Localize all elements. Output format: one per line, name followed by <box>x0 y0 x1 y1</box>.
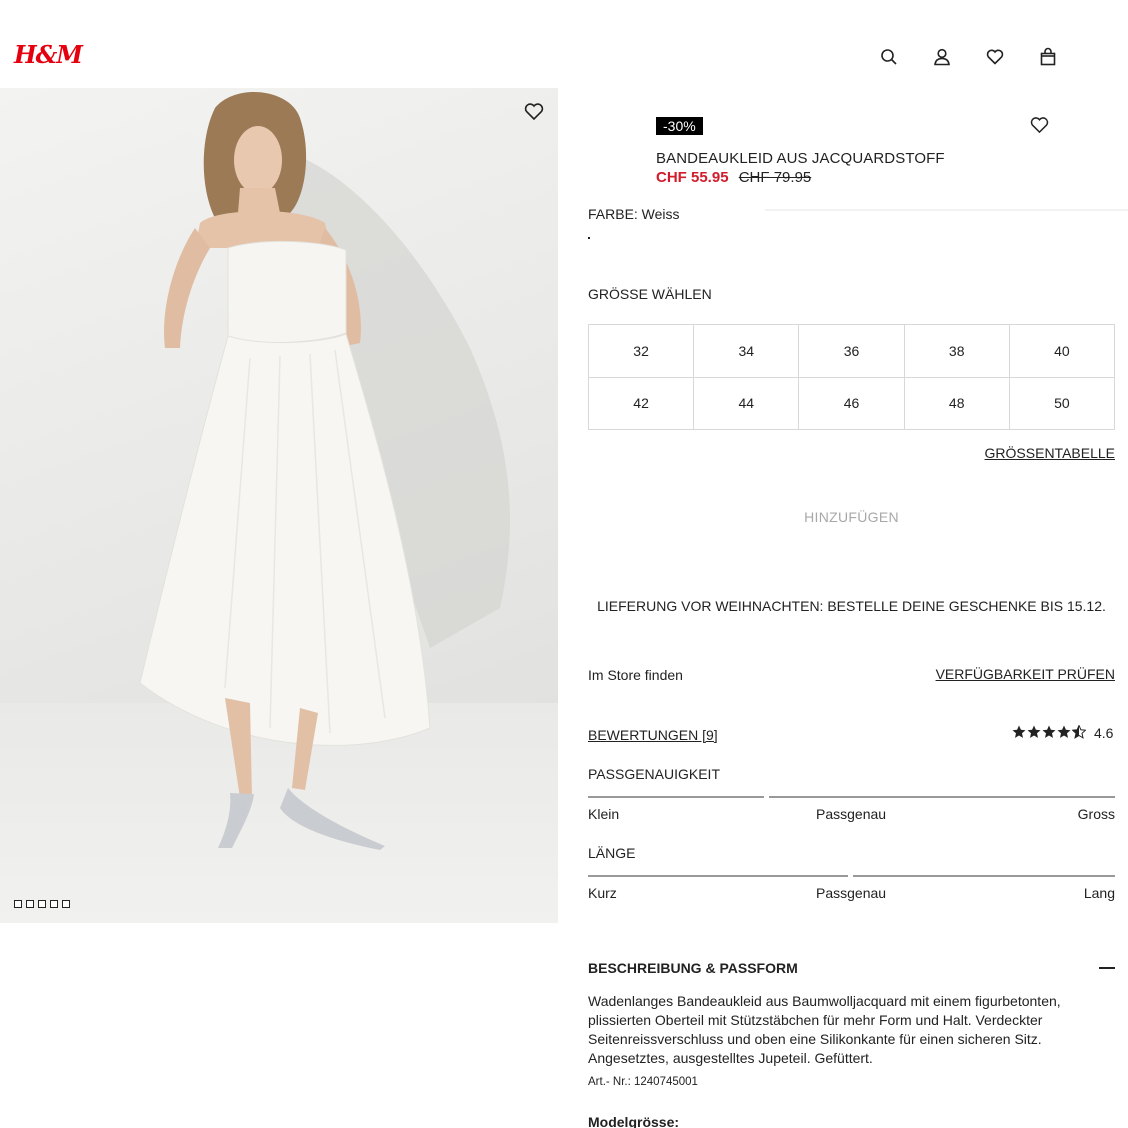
price-row: CHF 55.95 CHF 79.95 <box>656 169 811 186</box>
star-rating <box>1012 725 1086 739</box>
model-figure-image <box>139 91 510 850</box>
description-heading[interactable]: BESCHREIBUNG & PASSFORM <box>588 960 798 976</box>
account-icon[interactable] <box>930 45 954 69</box>
sale-price: CHF 55.95 <box>656 169 729 186</box>
fit-scale-mid-label: Passgenau <box>816 806 887 822</box>
size-option[interactable]: 36 <box>799 325 905 378</box>
half-star-icon <box>1072 725 1086 739</box>
description-text: Wadenlanges Bandeaukleid aus Baumwolljac… <box>588 993 1061 1066</box>
favorite-heart-icon[interactable] <box>1029 115 1050 139</box>
size-option[interactable]: 48 <box>904 377 1010 430</box>
size-option[interactable]: 34 <box>694 325 800 378</box>
product-image[interactable] <box>0 88 558 923</box>
hm-logo[interactable]: H&M <box>14 40 83 69</box>
length-heading: LÄNGE <box>588 845 636 861</box>
pagination-dot[interactable] <box>14 900 22 908</box>
length-scale-mid-label: Passgenau <box>816 885 887 901</box>
bag-icon[interactable] <box>1036 45 1060 69</box>
pagination-dot[interactable] <box>62 900 70 908</box>
fit-scale-left-label: Klein <box>588 806 620 822</box>
fit-scale-bar-left <box>588 796 764 798</box>
color-swatch[interactable] <box>588 237 590 239</box>
size-grid: 32 34 36 38 40 42 44 46 48 50 <box>588 324 1115 430</box>
discount-badge: -30% <box>656 117 703 135</box>
size-option[interactable]: 42 <box>589 377 695 430</box>
fit-scale-right-label: Gross <box>1077 806 1115 822</box>
size-option[interactable]: 40 <box>1009 325 1115 378</box>
image-favorite-heart-icon[interactable] <box>523 101 547 123</box>
search-icon[interactable] <box>877 45 901 69</box>
size-option[interactable]: 44 <box>694 377 800 430</box>
fit-heading: PASSGENAUIGKEIT <box>588 766 720 782</box>
model-size-heading: Modelgrösse: <box>588 1114 680 1128</box>
length-scale-bar-right <box>853 875 1115 877</box>
star-icon <box>1012 725 1026 738</box>
size-option[interactable]: 46 <box>799 377 905 430</box>
reviews-link[interactable]: BEWERTUNGEN [9] <box>588 727 718 743</box>
pagination-dot[interactable] <box>26 900 34 908</box>
find-in-store-label: Im Store finden <box>588 667 683 683</box>
star-icon <box>1057 725 1071 738</box>
pagination-dot[interactable] <box>50 900 58 908</box>
product-title: BANDEAUKLEID AUS JACQUARDSTOFF <box>656 150 945 167</box>
size-option[interactable]: 38 <box>904 325 1010 378</box>
pagination-dot[interactable] <box>38 900 46 908</box>
length-scale-right-label: Lang <box>1083 885 1115 901</box>
size-chart-link[interactable]: GRÖSSENTABELLE <box>985 445 1115 461</box>
heart-icon[interactable] <box>983 45 1007 69</box>
collapse-minus-icon[interactable] <box>1099 967 1115 969</box>
size-select-label: GRÖSSE WÄHLEN <box>588 286 712 302</box>
delivery-note: LIEFERUNG VOR WEIHNACHTEN: BESTELLE DEIN… <box>597 598 1106 614</box>
article-number: Art.- Nr.: 1240745001 <box>588 1076 698 1088</box>
add-to-cart-button[interactable]: HINZUFÜGEN <box>588 500 1115 534</box>
original-price: CHF 79.95 <box>738 169 812 186</box>
size-option[interactable]: 50 <box>1009 377 1115 430</box>
check-availability-link[interactable]: VERFÜGBARKEIT PRÜFEN <box>936 666 1115 682</box>
rating-value: 4.6 <box>1094 725 1114 741</box>
star-icon <box>1042 725 1056 738</box>
size-option[interactable]: 32 <box>589 325 695 378</box>
star-icon <box>1027 725 1041 738</box>
summary-divider <box>765 209 1128 211</box>
length-scale-left-label: Kurz <box>588 885 617 901</box>
length-scale-bar-left <box>588 875 848 877</box>
color-label: FARBE: Weiss <box>588 206 680 222</box>
fit-scale-bar-right <box>769 796 1115 798</box>
header-actions <box>877 45 1089 69</box>
image-pagination-dots <box>14 900 70 908</box>
